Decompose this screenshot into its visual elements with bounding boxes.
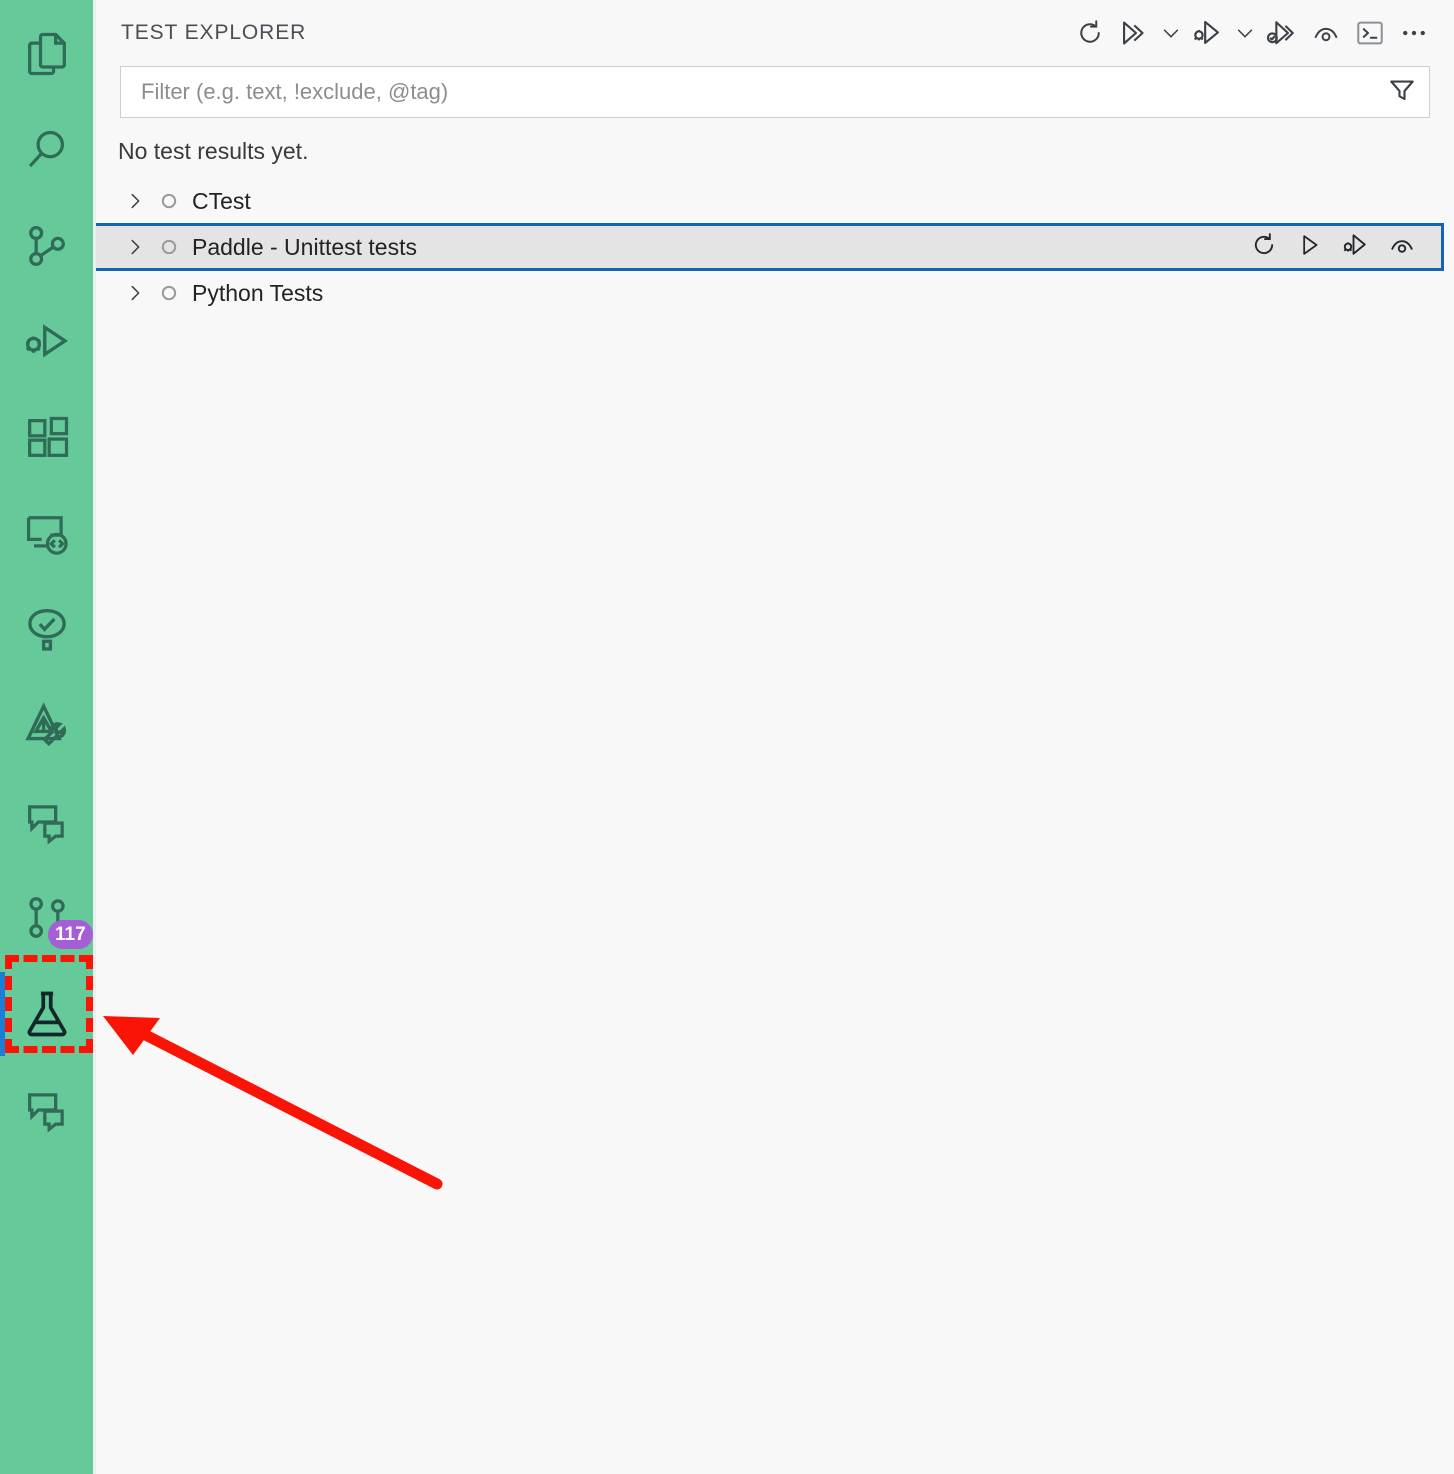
- files-icon: [21, 28, 73, 80]
- azure-tools-icon: [20, 699, 74, 753]
- terminal-icon: [1354, 17, 1386, 49]
- tree-row-label: Paddle - Unittest tests: [192, 233, 417, 260]
- unset-circle-icon: [152, 191, 186, 211]
- row-run-test-button[interactable]: [1289, 227, 1331, 267]
- panel-header: TEST EXPLORER: [96, 0, 1454, 66]
- chevron-right-icon[interactable]: [118, 236, 152, 258]
- refresh-icon: [1250, 231, 1278, 264]
- comment-icon: [21, 796, 73, 848]
- extensions-icon: [21, 412, 73, 464]
- row-continuous-run-button[interactable]: [1381, 227, 1423, 267]
- vscode-window: 117 TEST EXPLORER Filter (e.g. text, !ex…: [0, 0, 1454, 1474]
- run-all-tests-button[interactable]: [1112, 11, 1156, 55]
- remote-explorer-icon: [21, 508, 73, 560]
- tree-row-actions: [1243, 227, 1431, 267]
- chevron-down-icon: [1234, 22, 1256, 44]
- activity-item-search[interactable]: [0, 102, 93, 198]
- debug-icon: [1341, 230, 1371, 265]
- activity-item-azure-tools[interactable]: [0, 678, 93, 774]
- refresh-icon: [1075, 18, 1105, 48]
- filter-row: [96, 66, 1454, 118]
- unset-circle-icon: [152, 283, 186, 303]
- unset-circle-icon: [152, 237, 186, 257]
- status-message: No test results yet.: [118, 138, 309, 164]
- run-icon: [1296, 231, 1324, 264]
- chevron-right-icon[interactable]: [118, 190, 152, 212]
- debug-all-tests-button[interactable]: [1186, 11, 1230, 55]
- more-actions-button[interactable]: [1392, 11, 1436, 55]
- show-output-button[interactable]: [1348, 11, 1392, 55]
- search-icon: [21, 124, 73, 176]
- source-control-icon: [21, 220, 73, 272]
- activity-item-explorer[interactable]: [0, 6, 93, 102]
- run-and-debug-icon: [20, 315, 74, 369]
- beaker-icon: [19, 986, 75, 1042]
- filter-options-button[interactable]: [1379, 70, 1425, 114]
- page-title: TEST EXPLORER: [121, 21, 307, 44]
- tree-row-label: Python Tests: [192, 279, 324, 306]
- activity-item-github-actions[interactable]: [0, 582, 93, 678]
- row-debug-test-button[interactable]: [1335, 227, 1377, 267]
- run-all-dropdown-button[interactable]: [1156, 11, 1186, 55]
- filter-box: [120, 66, 1430, 118]
- tree-row-ctest[interactable]: CTest: [96, 179, 1454, 223]
- activity-item-extensions[interactable]: [0, 390, 93, 486]
- funnel-icon: [1387, 75, 1417, 110]
- test-tree: CTest Paddle - Unittest tests Python Tes…: [96, 179, 1454, 1474]
- github-actions-icon: [20, 603, 74, 657]
- refresh-tests-button[interactable]: [1068, 11, 1112, 55]
- continuous-run-button[interactable]: [1304, 11, 1348, 55]
- coverage-icon: [1265, 16, 1299, 50]
- filter-input[interactable]: [139, 78, 1379, 106]
- chevron-down-icon: [1160, 22, 1182, 44]
- pull-requests-badge: 117: [48, 920, 93, 949]
- run-all-icon: [1117, 16, 1151, 50]
- activity-bar: 117: [0, 0, 93, 1474]
- activity-item-comments[interactable]: [0, 774, 93, 870]
- tree-row-label: CTest: [192, 187, 251, 214]
- activity-item-run-and-debug[interactable]: [0, 294, 93, 390]
- ellipsis-icon: [1399, 18, 1429, 48]
- comment-icon: [21, 1084, 73, 1136]
- activity-item-chat[interactable]: [0, 1062, 93, 1158]
- row-refresh-tests-button[interactable]: [1243, 227, 1285, 267]
- activity-item-remote-explorer[interactable]: [0, 486, 93, 582]
- test-explorer-panel: TEST EXPLORER Filter (e.g. text, !exclud…: [93, 0, 1454, 1474]
- activity-item-pull-requests[interactable]: 117: [0, 870, 93, 966]
- eye-icon: [1310, 17, 1342, 49]
- run-tests-with-coverage-button[interactable]: [1260, 11, 1304, 55]
- debug-all-icon: [1191, 16, 1225, 50]
- activity-item-testing[interactable]: [0, 966, 93, 1062]
- tree-row-python-tests[interactable]: Python Tests: [96, 271, 1454, 315]
- debug-all-dropdown-button[interactable]: [1230, 11, 1260, 55]
- chevron-right-icon[interactable]: [118, 282, 152, 304]
- activity-item-source-control[interactable]: [0, 198, 93, 294]
- panel-toolbar: [1068, 11, 1436, 55]
- tree-row-paddle-unittest-tests[interactable]: Paddle - Unittest tests: [96, 223, 1444, 271]
- eye-icon: [1387, 230, 1417, 265]
